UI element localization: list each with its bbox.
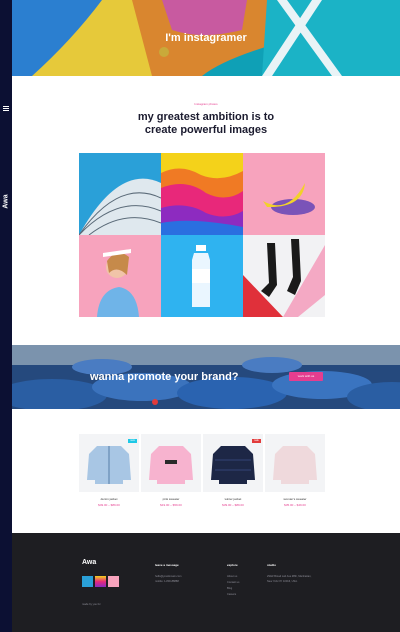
product-name[interactable]: pink sweater	[141, 497, 201, 501]
product-badge: new	[128, 439, 137, 443]
promo-button[interactable]: work with us	[289, 372, 323, 381]
footer-col-title-explore: explore	[227, 563, 238, 567]
photo-banana[interactable]	[243, 153, 325, 235]
footer-thumb-waves[interactable]	[95, 576, 106, 587]
footer-email[interactable]: hello@youdomain.com	[155, 575, 181, 578]
product-list: new denim jacket $49.00 – $89.00 pink sw…	[79, 434, 325, 514]
product-card[interactable]: new denim jacket $49.00 – $89.00	[79, 434, 139, 514]
promo-banner: wanna promote your brand?	[12, 345, 400, 409]
footer-thumb-banana[interactable]	[108, 576, 119, 587]
product-price: $49.00 – $89.00	[98, 503, 120, 507]
footer-link-contact[interactable]: Contact us	[227, 581, 239, 584]
product-price: $39.00 – $89.00	[222, 503, 244, 507]
product-name[interactable]: winter jacket	[203, 497, 263, 501]
footer-phone: mobile: 1-800-88888	[155, 580, 179, 583]
footer-link-blog[interactable]: Blog	[227, 587, 232, 590]
menu-icon[interactable]	[3, 106, 9, 111]
footer-address-line-2: New York NY 10016, USA.	[267, 580, 298, 583]
hero-banner: I'm instagramer	[12, 0, 400, 76]
photo-colorful-waves[interactable]	[161, 153, 243, 235]
hero-title: I'm instagramer	[165, 32, 247, 44]
headline-line-2: create powerful images	[144, 124, 268, 136]
footer-link-careers[interactable]: Careers	[227, 593, 236, 596]
section-eyebrow: Instagram photos	[194, 102, 218, 106]
sidebar-logo[interactable]: Awa	[3, 188, 10, 216]
photo-architecture[interactable]	[79, 153, 161, 235]
product-price: $19.00 – $59.00	[160, 503, 182, 507]
product-card[interactable]: pink sweater $19.00 – $59.00	[141, 434, 201, 514]
product-name[interactable]: denim jacket	[79, 497, 139, 501]
photo-girl-visor[interactable]	[79, 235, 161, 317]
footer-link-about[interactable]: About us	[227, 575, 237, 578]
product-image-womans-sweater[interactable]	[265, 434, 325, 492]
photo-water-bottle[interactable]	[161, 235, 243, 317]
left-sidebar: Awa	[0, 0, 12, 632]
instagram-grid	[79, 153, 325, 317]
footer-instagram-thumbs	[82, 576, 119, 587]
footer-copyright: made by you for	[82, 603, 101, 606]
promo-title: wanna promote your brand?	[90, 371, 239, 383]
product-card[interactable]: woman's sweater $35.00 – $49.00	[265, 434, 325, 514]
footer-address-line-1: 29AR Broad Lab Ave #8th, Manhattan,	[267, 575, 312, 578]
photo-socks[interactable]	[243, 235, 325, 317]
footer-col-title-message: leave a message	[155, 563, 179, 567]
headline-line-1: my greatest ambition is to	[137, 111, 275, 123]
page: Awa I'm instagramer Instagram photos my …	[0, 0, 400, 632]
product-image-pink-sweater[interactable]	[141, 434, 201, 492]
footer-logo[interactable]: Awa	[82, 559, 96, 566]
product-name[interactable]: woman's sweater	[265, 497, 325, 501]
product-badge: sale	[252, 439, 261, 443]
product-card[interactable]: sale winter jacket $39.00 – $89.00	[203, 434, 263, 514]
product-price: $35.00 – $49.00	[284, 503, 306, 507]
footer-col-title-studio: studio	[267, 563, 276, 567]
footer: Awa made by you for leave a message hell…	[12, 533, 400, 632]
footer-thumb-architecture[interactable]	[82, 576, 93, 587]
section-headline: my greatest ambition is to create powerf…	[12, 111, 400, 137]
